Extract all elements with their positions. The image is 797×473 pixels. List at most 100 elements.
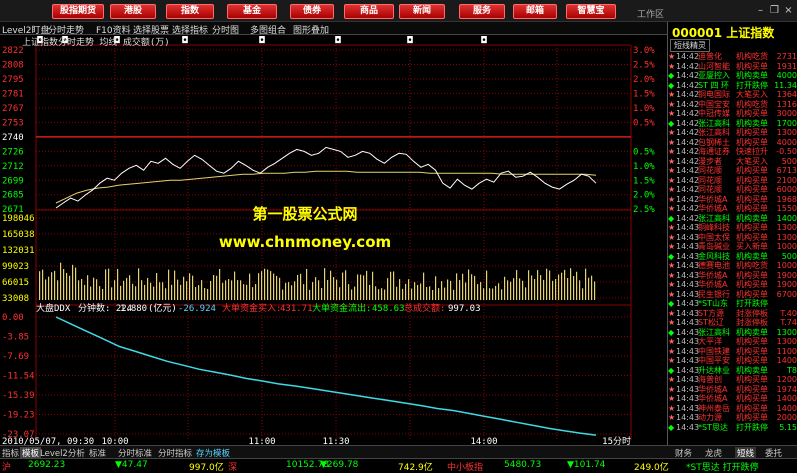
price-tick-label: 2712: [2, 162, 24, 172]
volume-bar: [372, 271, 374, 300]
list-item[interactable]: ★ 14:43 神州泰岳 机构买单 1400: [668, 404, 797, 414]
menu-button-8[interactable]: 邮箱: [513, 4, 557, 19]
list-item[interactable]: ★ 14:43 大平洋 机构买单 1300: [668, 337, 797, 347]
menu-button-1[interactable]: 港股: [110, 4, 156, 19]
volume-bar: [309, 289, 311, 300]
volume-bar: [111, 287, 113, 300]
list-item[interactable]: ★ 14:42 漫步者 大笔买入 500: [668, 157, 797, 167]
list-item[interactable]: ◆ 14:43 *ST山东 打开跌停: [668, 299, 797, 309]
work-area-label[interactable]: 工作区: [637, 7, 664, 20]
volume-bar: [204, 288, 206, 300]
indicator-value-1: 1.880: [120, 304, 147, 314]
menu-button-9[interactable]: 智慧宝: [566, 4, 616, 19]
list-item[interactable]: ★ 14:43 华侨城A 机构买单 1900: [668, 271, 797, 281]
list-item[interactable]: ★ 14:43 青岛碱业 买入新单 1000: [668, 242, 797, 252]
list-stock-name: 张江高科: [698, 327, 730, 337]
volume-bar: [126, 277, 128, 300]
list-item[interactable]: ◆ 14:42 张江高科 机构卖单 1700: [668, 119, 797, 129]
list-value: T.40: [780, 308, 797, 318]
volume-bar: [228, 279, 230, 300]
list-value: 1300: [776, 223, 797, 232]
list-stock-name: 华侨城A: [698, 270, 728, 280]
list-item[interactable]: ◆ 14:43 金风科技 机构卖单 500: [668, 252, 797, 262]
big-buy-value: 431.71: [280, 304, 313, 314]
volume-bar: [174, 270, 176, 300]
list-item[interactable]: ★ 14:42 同花顺 机构买单 2100: [668, 176, 797, 186]
list-item[interactable]: ★ 14:42 同花顺 机构买单 6000: [668, 185, 797, 195]
list-item[interactable]: ★ 14:42 中冠传媒 机构买单 3000: [668, 109, 797, 119]
volume-bar: [489, 288, 491, 300]
volume-bar: [450, 280, 452, 300]
volume-bar: [117, 268, 119, 300]
close-icon[interactable]: ×: [783, 5, 794, 16]
time-label-open: 2010/05/07, 09:30: [2, 437, 94, 445]
list-item[interactable]: ★ 14:42 华侨城A 机构买单 1550: [668, 204, 797, 214]
list-item[interactable]: ★ 14:42 华侨城A 机构买单 1968: [668, 195, 797, 205]
list-stock-name: 中国太保: [698, 232, 730, 242]
volume-bar: [165, 288, 167, 300]
list-item[interactable]: ★ 14:42 铜电国际 大笔买入 1364: [668, 90, 797, 100]
list-item[interactable]: ◆ 14:42 ST 四 环打开跌停 11.34: [668, 81, 797, 91]
minimize-icon[interactable]: –: [755, 5, 766, 16]
list-item[interactable]: ★ 14:43 ST松辽 封涨停板 T.74: [668, 318, 797, 328]
list-item[interactable]: ★ 14:43 华侨城A 机构买单 1900: [668, 280, 797, 290]
list-item[interactable]: ★ 14:42 包钢稀土 机构买单 4000: [668, 138, 797, 148]
volume-bar: [411, 288, 413, 300]
list-item[interactable]: ◆ 14:43 *ST思达 打开跌停 5.15: [668, 423, 797, 433]
list-time: 14:43: [676, 413, 700, 422]
list-item[interactable]: ◆ 14:43 张江高科 机构卖单 1300: [668, 328, 797, 338]
intraday-chart[interactable]: 2822 3.0% 2808 2.5% 2795 2.0% 2781 1.5% 2767 1.0%…: [0, 35, 667, 445]
menu-button-0[interactable]: 股指期货: [52, 4, 104, 19]
volume-bar: [72, 264, 74, 300]
list-item[interactable]: ★ 14:42 迪普化 机构吃货 2731: [668, 52, 797, 62]
list-item[interactable]: ◆ 14:43 升达林业 机构卖单 T8: [668, 366, 797, 376]
menu-button-4[interactable]: 债券: [290, 4, 334, 19]
list-item[interactable]: ★ 14:43 铜峰科技 机构买单 1300: [668, 223, 797, 233]
list-item[interactable]: ★ 14:43 动力源 机构买单 2000: [668, 413, 797, 423]
volume-bar: [45, 279, 47, 300]
list-item[interactable]: ★ 14:43 中国铁建 机构买单 1100: [668, 347, 797, 357]
list-action: 封涨停板: [736, 308, 768, 318]
list-time: 14:43: [676, 384, 700, 394]
pct-tick-label: 3.0%: [633, 46, 655, 56]
list-item[interactable]: ★ 14:43 ST方源 封涨停板 T.40: [668, 309, 797, 319]
menu-button-2[interactable]: 指数: [166, 4, 214, 19]
menu-button-3[interactable]: 基金: [227, 4, 277, 19]
volume-bar: [420, 283, 422, 300]
list-item[interactable]: ★ 14:43 华侨城A 机构买单 1974: [668, 385, 797, 395]
restore-icon[interactable]: ❐: [769, 5, 780, 16]
signal-icon: ★: [668, 384, 676, 394]
list-item[interactable]: ★ 14:42 山河智能 机构买单 1931: [668, 62, 797, 72]
list-action: 机构买单: [736, 413, 768, 422]
list-item[interactable]: ★ 14:42 中国宝安 机构吃货 1316: [668, 100, 797, 110]
list-item[interactable]: ◆ 14:42 亚厦控入 机构卖单 4000: [668, 71, 797, 81]
volume-bar: [399, 279, 401, 300]
list-item[interactable]: ★ 14:42 海通证券 快速拉升 -0.50: [668, 147, 797, 157]
list-time: 14:43: [676, 422, 700, 432]
list-action: 快速拉升: [736, 147, 768, 156]
volume-bar: [405, 283, 407, 300]
list-item[interactable]: ★ 14:42 同花顺 机构买单 6713: [668, 166, 797, 176]
menu-button-6[interactable]: 新闻: [399, 4, 445, 19]
sh-index-amount: 997.0亿: [189, 463, 224, 473]
list-item[interactable]: ★ 14:43 华侨城A 机构买单 1400: [668, 394, 797, 404]
list-item[interactable]: ★ 14:43 德赛电池 机构吃货 1000: [668, 261, 797, 271]
list-time: 14:43: [676, 299, 700, 308]
list-item[interactable]: ★ 14:43 中国太保 机构买单 1300: [668, 233, 797, 243]
list-item[interactable]: ◆ 14:42 张江高科 机构卖单 1400: [668, 214, 797, 224]
pct-tick-label: 2.0%: [633, 191, 655, 201]
sme-index-change: ▼101.74: [567, 460, 606, 470]
volume-bar: [456, 273, 458, 300]
list-item[interactable]: ★ 14:42 张江高科 机构买单 1300: [668, 128, 797, 138]
menu-button-7[interactable]: 服务: [459, 4, 505, 19]
volume-bar: [423, 272, 425, 300]
tab-short-line-sprite[interactable]: 短线精灵: [670, 39, 710, 52]
menu-button-5[interactable]: 商品: [344, 4, 394, 19]
list-item[interactable]: ★ 14:43 海普创 机构买单 1200: [668, 375, 797, 385]
volume-bar: [201, 280, 203, 300]
list-time: 14:42: [676, 99, 700, 109]
news-ticker[interactable]: *ST思达 打开跌停: [686, 460, 759, 473]
big-sell-value: 458.63: [372, 304, 405, 314]
list-item[interactable]: ★ 14:43 民生银行 机构买单 6700: [668, 290, 797, 300]
list-item[interactable]: ★ 14:43 中国平安 机构买单 1400: [668, 356, 797, 366]
